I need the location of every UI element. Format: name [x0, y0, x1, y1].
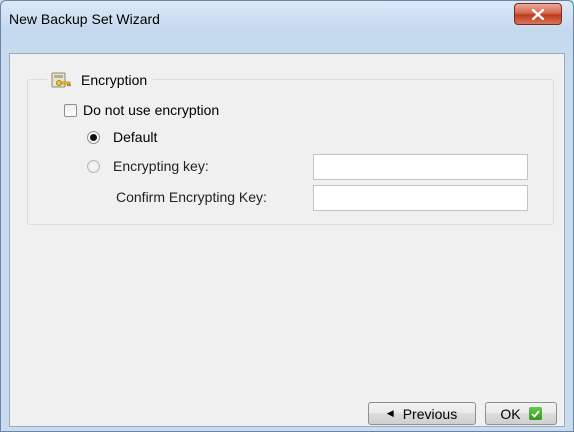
default-option[interactable]: Default — [87, 129, 157, 145]
close-icon — [532, 8, 544, 20]
encryption-group-header: Encryption — [47, 69, 154, 91]
encrypting-key-input[interactable] — [313, 154, 528, 180]
left-arrow-icon: ◀ — [386, 408, 394, 418]
encrypting-key-radio[interactable] — [87, 159, 100, 173]
ok-button[interactable]: OK — [485, 402, 557, 425]
confirm-key-input[interactable] — [313, 185, 528, 211]
previous-button-label: Previous — [402, 405, 458, 422]
key-icon — [51, 72, 71, 88]
window-title: New Backup Set Wizard — [9, 11, 160, 27]
default-radio[interactable] — [87, 130, 100, 144]
encryption-group-title: Encryption — [81, 72, 148, 88]
check-icon — [528, 407, 542, 420]
previous-button[interactable]: ◀ Previous — [368, 402, 476, 425]
confirm-key-row: Confirm Encrypting Key: — [116, 189, 267, 205]
ok-button-label: OK — [500, 405, 521, 422]
default-label[interactable]: Default — [113, 129, 157, 145]
no-encryption-checkbox[interactable] — [64, 103, 77, 117]
close-button[interactable] — [514, 3, 562, 25]
title-bar[interactable]: New Backup Set Wizard — [1, 1, 573, 31]
no-encryption-label[interactable]: Do not use encryption — [83, 102, 219, 118]
no-encryption-option[interactable]: Do not use encryption — [64, 102, 219, 118]
encrypting-key-option[interactable]: Encrypting key: — [87, 158, 209, 174]
confirm-key-label: Confirm Encrypting Key: — [116, 189, 267, 205]
encrypting-key-label: Encrypting key: — [113, 158, 209, 174]
